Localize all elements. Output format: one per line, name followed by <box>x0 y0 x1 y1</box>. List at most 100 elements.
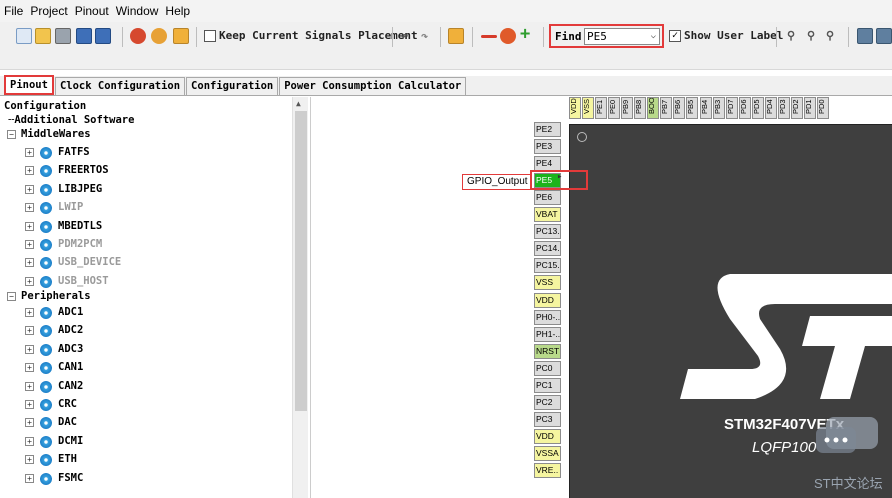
save-icon[interactable] <box>76 28 92 44</box>
stop-icon[interactable] <box>500 28 516 44</box>
pinout-canvas[interactable]: VDD VSS PE1 PE0 PB9 PB8 BOO.. PB7 PB6 PB5 PB4 PB3 PD… <box>310 97 892 498</box>
rotate-right-icon[interactable] <box>876 28 892 44</box>
scroll-thumb[interactable] <box>295 111 307 411</box>
gpio-output-label[interactable]: GPIO_Output <box>462 174 532 190</box>
left-pin[interactable]: PC2 <box>534 394 561 410</box>
left-pin[interactable]: PE4 <box>534 156 561 172</box>
board-selector-icon[interactable] <box>151 28 167 44</box>
tab-clock-configuration[interactable]: Clock Configuration <box>54 77 186 95</box>
zoom-out-icon[interactable]: ⚲ <box>826 29 834 42</box>
expand-icon[interactable]: + <box>25 258 34 268</box>
left-pin[interactable]: NRST <box>534 343 561 359</box>
collapse-icon[interactable]: − <box>7 130 16 139</box>
top-pin[interactable]: PB3 <box>712 97 725 119</box>
expand-icon[interactable]: + <box>25 148 34 157</box>
top-pin[interactable]: PD4 <box>764 97 777 119</box>
menu-pinout[interactable]: Pinout <box>75 4 109 18</box>
expand-icon[interactable]: + <box>25 418 34 428</box>
left-pin[interactable]: VSS <box>534 275 561 291</box>
left-pin[interactable]: VBAT <box>534 207 561 223</box>
left-pin[interactable]: VSSA <box>534 445 561 461</box>
expand-icon[interactable]: + <box>25 203 34 213</box>
top-pin[interactable]: PB7 <box>660 97 673 119</box>
top-pin[interactable]: PD6 <box>738 97 751 119</box>
expand-icon[interactable]: + <box>25 436 34 446</box>
menu-help[interactable]: Help <box>165 4 190 18</box>
menu-project[interactable]: Project <box>30 4 67 18</box>
expand-icon[interactable]: + <box>25 276 34 286</box>
expand-icon[interactable]: + <box>25 240 34 249</box>
tab-configuration[interactable]: Configuration <box>186 77 279 95</box>
expand-icon[interactable]: + <box>25 221 34 231</box>
keep-placement-checkbox[interactable] <box>204 30 216 42</box>
zoom-in-icon[interactable]: ⚲ <box>807 29 815 42</box>
expand-icon[interactable]: + <box>25 166 34 176</box>
top-pin[interactable]: PD5 <box>751 97 764 119</box>
left-pin[interactable]: PC0 <box>534 360 561 376</box>
tab-power-consumption-calculator[interactable]: Power Consumption Calculator <box>279 77 467 95</box>
top-pin[interactable]: PE0 <box>608 97 621 119</box>
show-user-label-checkbox[interactable]: ✓ <box>669 30 681 42</box>
left-pin[interactable]: PC15.. <box>534 258 561 274</box>
expand-icon[interactable]: + <box>25 184 34 194</box>
top-pin[interactable]: PD7 <box>725 97 738 119</box>
left-pin[interactable]: VRE.. <box>534 463 561 478</box>
expand-icon[interactable]: + <box>25 363 34 373</box>
toolbar-separator <box>392 27 393 47</box>
left-pin[interactable]: VDD <box>534 428 561 444</box>
top-pin[interactable]: BOO.. <box>647 97 660 119</box>
expand-icon[interactable]: + <box>25 344 34 354</box>
expand-icon[interactable]: + <box>25 455 34 465</box>
top-pin[interactable]: PD0 <box>816 97 829 119</box>
expand-icon[interactable]: + <box>25 400 34 409</box>
top-pin[interactable]: PD2 <box>790 97 803 119</box>
zoom-fit-icon[interactable]: ⚲ <box>787 29 795 42</box>
expand-icon[interactable]: + <box>25 381 34 391</box>
tab-pinout[interactable]: Pinout <box>4 75 54 95</box>
left-pin[interactable]: VDD <box>534 292 561 308</box>
left-pin[interactable]: PC13.. <box>534 224 561 240</box>
left-pin[interactable]: PH1-.. <box>534 326 561 342</box>
expand-icon[interactable]: + <box>25 308 34 317</box>
generate-report-icon[interactable] <box>173 28 189 44</box>
rotate-left-icon[interactable] <box>857 28 873 44</box>
undo-icon[interactable]: ↶ <box>401 29 408 43</box>
top-pin[interactable]: VSS <box>582 97 595 119</box>
top-pin[interactable]: PD3 <box>777 97 790 119</box>
top-pin[interactable]: PB5 <box>686 97 699 119</box>
save-as-icon[interactable] <box>95 28 111 44</box>
top-pin[interactable]: VDD <box>569 97 581 119</box>
left-pin[interactable]: PE6 <box>534 190 561 206</box>
collapse-icon[interactable]: − <box>7 292 16 301</box>
peripheral-gear-icon <box>40 325 52 338</box>
top-pin[interactable]: PE1 <box>595 97 608 119</box>
left-pin[interactable]: PC1 <box>534 377 561 393</box>
left-pin[interactable]: PC3 <box>534 411 561 427</box>
open-folder-icon[interactable] <box>35 28 51 44</box>
top-pin[interactable]: PB4 <box>699 97 712 119</box>
expand-icon[interactable]: + <box>25 326 34 336</box>
scroll-up-icon[interactable]: ▲ <box>296 99 301 108</box>
top-pin[interactable]: PD1 <box>803 97 816 119</box>
add-icon[interactable]: + <box>520 24 530 44</box>
find-combobox[interactable]: PE5 ⌵ <box>584 28 660 45</box>
left-pin[interactable]: PH0-.. <box>534 309 561 325</box>
left-pin[interactable]: PE2 <box>534 122 561 137</box>
new-project-icon[interactable] <box>16 28 32 44</box>
generate-code-icon[interactable] <box>448 28 464 44</box>
top-pin[interactable]: PB9 <box>621 97 634 119</box>
remove-icon[interactable] <box>481 35 497 38</box>
menu-window[interactable]: Window <box>116 4 159 18</box>
top-pin[interactable]: PB6 <box>673 97 686 119</box>
chevron-down-icon[interactable]: ⌵ <box>651 29 656 44</box>
top-pin-label: PB8 <box>634 99 644 114</box>
mcu-selector-icon[interactable] <box>130 28 146 44</box>
redo-icon[interactable]: ↷ <box>421 29 428 43</box>
menu-file[interactable]: File <box>4 4 23 18</box>
top-pin[interactable]: PB8 <box>634 97 647 119</box>
tree-scrollbar[interactable]: ▲ <box>292 97 308 498</box>
left-pin[interactable]: PC14.. <box>534 241 561 257</box>
close-project-icon[interactable] <box>55 28 71 44</box>
left-pin[interactable]: PE3 <box>534 139 561 155</box>
expand-icon[interactable]: + <box>25 473 34 483</box>
